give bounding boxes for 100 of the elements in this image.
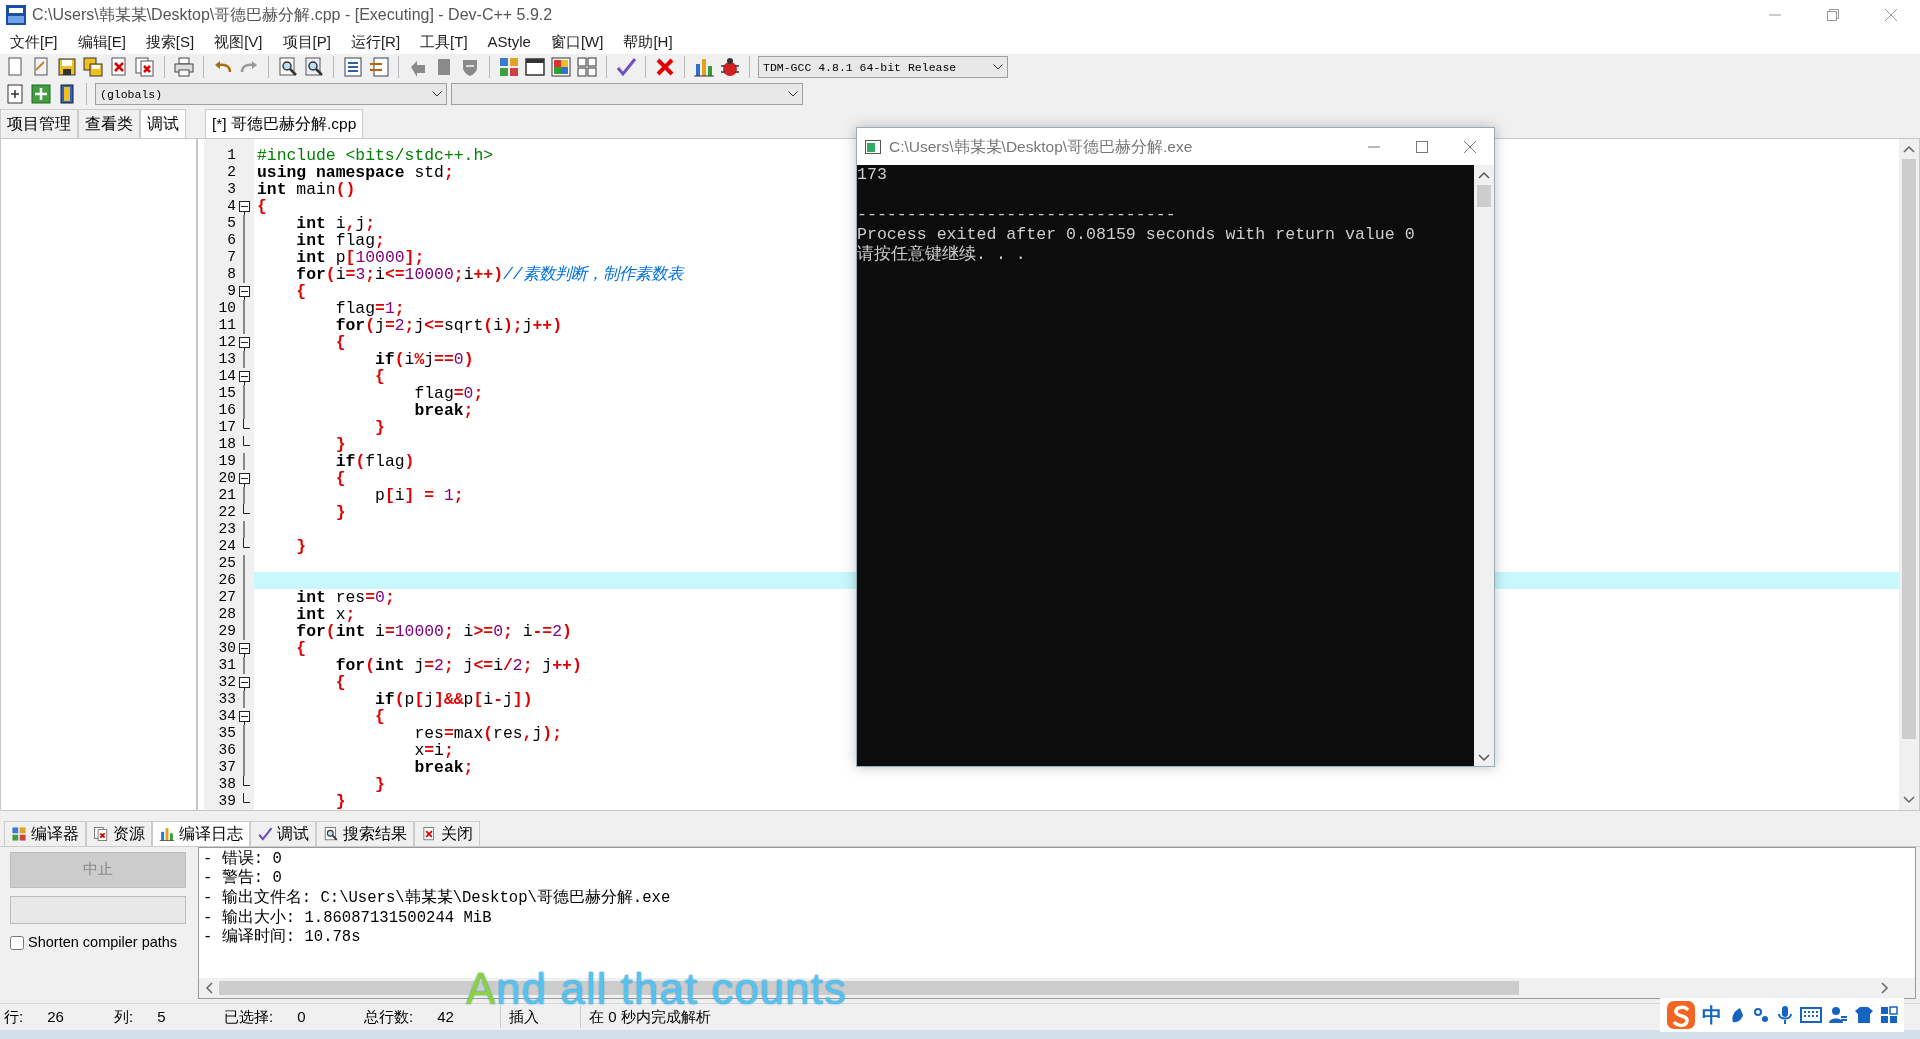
code-line: int res=0;	[295, 588, 395, 606]
floppy-icon[interactable]	[56, 56, 78, 79]
panel-tab[interactable]: 资源	[86, 821, 152, 846]
menu-item[interactable]: AStyle	[477, 29, 541, 54]
status-value: 26	[47, 1006, 64, 1027]
grid-icon	[11, 826, 27, 842]
status-value: 5	[157, 1006, 166, 1027]
grid-icon[interactable]	[1880, 1006, 1898, 1024]
code-line: break;	[413, 401, 474, 419]
fold-line-icon	[243, 690, 245, 708]
console-output: 173	[857, 165, 888, 185]
floppies-icon[interactable]	[82, 56, 104, 79]
line-number: 25	[217, 554, 236, 572]
status-label: 列:	[114, 1006, 134, 1027]
code-line: {	[334, 333, 346, 351]
line-number: 10	[217, 299, 236, 317]
close-icon[interactable]	[1464, 140, 1476, 153]
scope-dropdown[interactable]: (globals)	[95, 83, 447, 106]
punctuation-icon[interactable]	[1752, 1006, 1770, 1024]
line-number: 11	[217, 316, 236, 334]
scroll-up-icon[interactable]	[1903, 144, 1915, 153]
grid-icon[interactable]	[498, 56, 520, 79]
line-number: 35	[217, 724, 236, 742]
code-line: int flag;	[295, 231, 385, 249]
keyboard-icon[interactable]	[1800, 1007, 1822, 1023]
menu-item[interactable]: 帮助[H]	[613, 29, 683, 54]
file-tab[interactable]: [*] 哥德巴赫分解.cpp	[205, 109, 364, 138]
menu-item[interactable]: 工具[T]	[410, 29, 478, 54]
code-line: {	[374, 707, 385, 725]
check-icon	[257, 826, 273, 842]
restore-icon[interactable]	[1827, 8, 1839, 21]
panel-tab[interactable]: 调试	[140, 109, 186, 138]
code-line: #include <bits/stdc++.h>	[256, 146, 494, 164]
code-line: {	[295, 639, 307, 657]
console-icon	[865, 139, 881, 154]
fold-line-icon	[243, 350, 245, 368]
panel-tab[interactable]: 查看类	[78, 109, 140, 138]
outdent-icon[interactable]	[368, 56, 390, 79]
shirt-icon[interactable]	[1854, 1006, 1874, 1024]
chevron-down-icon	[788, 91, 798, 98]
bug-icon[interactable]	[719, 56, 741, 79]
scrollbar-thumb[interactable]	[1902, 158, 1916, 739]
status-value: 42	[437, 1006, 454, 1027]
line-number: 29	[217, 622, 236, 640]
window-icon[interactable]	[524, 56, 546, 79]
panel-tab[interactable]: 项目管理	[0, 109, 78, 138]
code-line: flag=1;	[334, 299, 405, 317]
grid-icon[interactable]	[576, 56, 598, 79]
code-line: {	[334, 673, 346, 691]
scroll-down-icon[interactable]	[1478, 754, 1490, 762]
search-icon[interactable]	[277, 56, 299, 79]
console-scrollbar[interactable]	[1474, 165, 1494, 766]
scroll-right-icon[interactable]	[1881, 982, 1889, 995]
vertical-scrollbar[interactable]	[1899, 138, 1919, 810]
user-icon[interactable]	[1828, 1006, 1848, 1024]
log-line: - 输出文件名: C:\Users\韩某某\Desktop\哥德巴赫分解.exe	[203, 889, 672, 909]
fold-end-icon	[243, 503, 250, 514]
compiler-dropdown[interactable]: TDM-GCC 4.8.1 64-bit Release	[758, 56, 1008, 79]
panel-tab[interactable]: 编译日志	[152, 821, 250, 846]
search-icon[interactable]	[303, 56, 325, 79]
console-line: Process exited after 0.08159 seconds with return value 0	[857, 225, 1416, 245]
bar-chart-icon[interactable]	[693, 56, 715, 79]
line-number: 36	[217, 741, 236, 759]
code-line: if(p[j]&&p[i-j])	[374, 690, 533, 708]
documents-x-icon[interactable]	[134, 56, 156, 79]
ime-mode[interactable]: 中	[1702, 1000, 1722, 1030]
scroll-down-icon[interactable]	[1903, 795, 1915, 804]
ime-logo-icon[interactable]	[1666, 1000, 1696, 1030]
menu-item[interactable]: 编辑[E]	[67, 29, 136, 54]
panel-tab[interactable]: 搜索结果	[316, 821, 414, 846]
scroll-left-icon[interactable]	[205, 982, 213, 995]
line-number: 32	[217, 673, 236, 691]
menu-item[interactable]: 搜索[S]	[135, 29, 205, 54]
menu-item[interactable]: 窗口[W]	[540, 29, 614, 54]
palette-icon[interactable]	[550, 56, 572, 79]
maximize-icon[interactable]	[1416, 140, 1428, 153]
fold-end-icon	[243, 418, 250, 429]
menu-item[interactable]: 运行[R]	[340, 29, 411, 54]
microphone-icon[interactable]	[1776, 1005, 1794, 1025]
check-icon[interactable]	[615, 56, 637, 79]
status-mode: 插入	[500, 1005, 580, 1029]
menu-item[interactable]: 视图[V]	[204, 29, 273, 54]
close-icon[interactable]	[1885, 8, 1897, 21]
panel-tab[interactable]: 编译器	[4, 821, 86, 846]
checkbox[interactable]	[10, 935, 24, 950]
line-number: 22	[217, 503, 236, 521]
window-title: C:\Users\韩某某\Desktop\哥德巴赫分解.cpp - [Executing] - Dev-C++ 5.9.2	[32, 4, 553, 25]
status-value: 0	[297, 1006, 306, 1027]
line-number: 31	[217, 656, 236, 674]
indent-icon[interactable]	[342, 56, 364, 79]
chevron-down-icon	[432, 91, 442, 98]
panel-tab[interactable]: 关闭	[414, 821, 480, 846]
line-number: 8	[226, 265, 236, 283]
menu-item[interactable]: 文件[F]	[0, 29, 68, 54]
scroll-up-icon[interactable]	[1478, 171, 1490, 179]
fold-end-icon	[243, 792, 250, 803]
printer-icon[interactable]	[173, 56, 195, 79]
panel-tab[interactable]: 调试	[250, 821, 316, 846]
menu-item[interactable]: 项目[P]	[272, 29, 341, 54]
scrollbar-thumb[interactable]	[1477, 185, 1491, 207]
